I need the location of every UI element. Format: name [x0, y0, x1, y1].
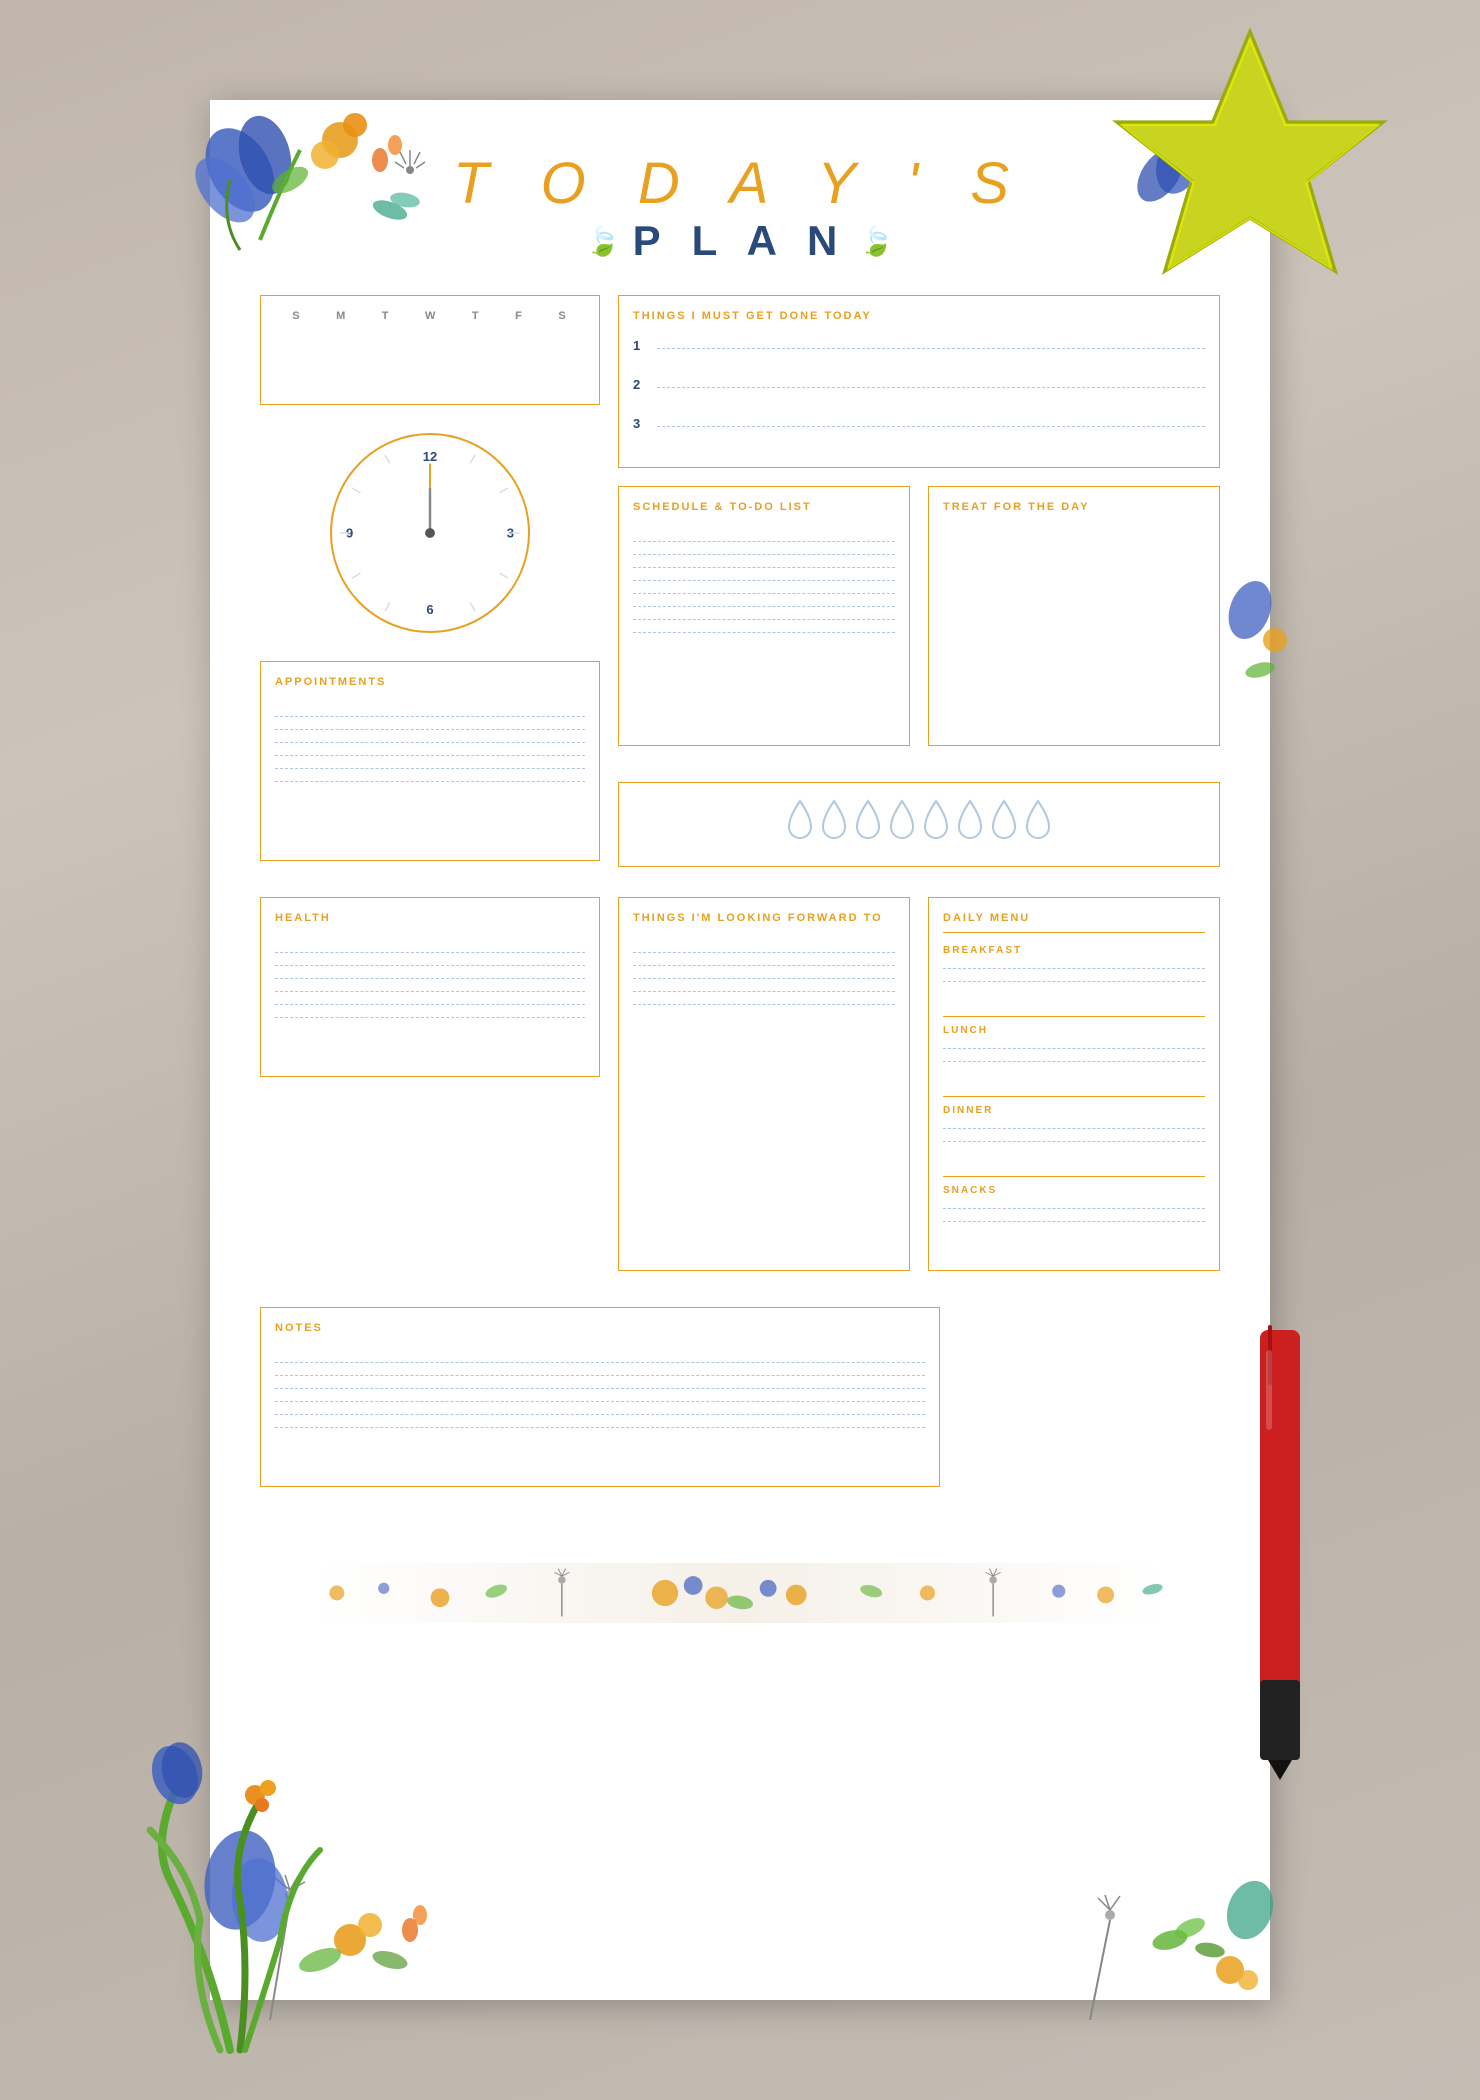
cal-day-t2: T [472, 310, 481, 322]
appointments-lines [275, 700, 585, 798]
header-plan: P L A N [633, 217, 848, 265]
snacks-label: SNACKS [943, 1185, 1205, 1196]
planner-content: S M T W T F S 12 3 6 [210, 295, 1270, 1563]
menu-snacks: SNACKS [943, 1177, 1205, 1256]
leaf-left-icon: 🍃 [586, 225, 621, 258]
drop-8 [1023, 799, 1053, 850]
calendar-section: S M T W T F S [260, 295, 600, 405]
appointments-title: APPOINTMENTS [275, 676, 585, 688]
menu-breakfast: BREAKFAST [943, 937, 1205, 1017]
drop-6 [955, 799, 985, 850]
left-column: S M T W T F S 12 3 6 [260, 295, 600, 879]
breakfast-label: BREAKFAST [943, 945, 1205, 956]
clock-face: 12 3 6 9 [330, 433, 530, 633]
things-item-1: 1 [633, 336, 1205, 357]
drop-5 [921, 799, 951, 850]
clock-section: 12 3 6 9 [260, 423, 600, 643]
notes-wide-col: NOTES [260, 1307, 940, 1505]
schedule-treat-row: SCHEDULE & TO-DO LIST TREAT FOR THE DAY [618, 486, 1220, 764]
health-lines [275, 936, 585, 1034]
drop-3 [853, 799, 883, 850]
daily-menu-title: DAILY MENU [943, 912, 1205, 933]
bottom-floral-svg [290, 1563, 1190, 1623]
schedule-title: SCHEDULE & TO-DO LIST [633, 501, 895, 513]
notes-lines [275, 1346, 925, 1444]
water-tracker [618, 782, 1220, 867]
schedule-lines [633, 525, 895, 649]
lunch-label: LUNCH [943, 1025, 1205, 1036]
things-line-2 [657, 375, 1205, 396]
row-1: S M T W T F S 12 3 6 [260, 295, 1220, 879]
health-section: HEALTH [260, 897, 600, 1077]
cal-day-f: F [515, 310, 524, 322]
row-2: HEALTH THINGS I'M LOOKING FORWARD TO [260, 897, 1220, 1289]
things-title: THINGS I MUST GET DONE TODAY [633, 310, 1205, 322]
drop-2 [819, 799, 849, 850]
cal-day-s2: S [558, 310, 567, 322]
appointments-section: APPOINTMENTS [260, 661, 600, 861]
things-num-1: 1 [633, 336, 657, 353]
health-title: HEALTH [275, 912, 585, 924]
things-item-3: 3 [633, 414, 1205, 435]
things-line-3 [657, 414, 1205, 435]
forward-title: THINGS I'M LOOKING FORWARD TO [633, 912, 895, 924]
things-num-2: 2 [633, 375, 657, 392]
cal-day-m: M [336, 310, 347, 322]
floral-bottom-right [1030, 1840, 1290, 2020]
things-section: THINGS I MUST GET DONE TODAY 1 2 [618, 295, 1220, 468]
health-col: HEALTH [260, 897, 600, 1289]
forward-menu-col: THINGS I'M LOOKING FORWARD TO DAILY MENU… [618, 897, 1220, 1289]
forward-menu-grid: THINGS I'M LOOKING FORWARD TO DAILY MENU… [618, 897, 1220, 1289]
row-3: NOTES [260, 1307, 1220, 1505]
things-num-3: 3 [633, 414, 657, 431]
cal-day-s1: S [292, 310, 301, 322]
planner-page: T O D A Y ' S 🍃 P L A N 🍃 S M T W T F [210, 100, 1270, 2000]
cal-day-w: W [425, 310, 437, 322]
pen-decoration [1230, 1320, 1330, 1800]
forward-section: THINGS I'M LOOKING FORWARD TO [618, 897, 910, 1271]
things-line-1 [657, 336, 1205, 357]
drop-7 [989, 799, 1019, 850]
dinner-label: DINNER [943, 1105, 1205, 1116]
leaf-right-icon: 🍃 [859, 225, 894, 258]
cal-day-t1: T [382, 310, 391, 322]
schedule-section: SCHEDULE & TO-DO LIST [618, 486, 910, 746]
menu-lunch: LUNCH [943, 1017, 1205, 1097]
daily-menu-section: DAILY MENU BREAKFAST LUNCH DINNER [928, 897, 1220, 1271]
drop-4 [887, 799, 917, 850]
treat-section: TREAT FOR THE DAY [928, 486, 1220, 746]
notes-title: NOTES [275, 1322, 925, 1334]
drop-1 [785, 799, 815, 850]
menu-dinner: DINNER [943, 1097, 1205, 1177]
floral-right-mid [1220, 560, 1300, 700]
calendar-days-header: S M T W T F S [275, 310, 585, 322]
things-item-2: 2 [633, 375, 1205, 396]
right-of-left-col: THINGS I MUST GET DONE TODAY 1 2 [618, 295, 1220, 879]
forward-lines [633, 936, 895, 1021]
treat-title: TREAT FOR THE DAY [943, 501, 1205, 513]
notes-section: NOTES [260, 1307, 940, 1487]
star-decoration [1090, 10, 1410, 310]
plant-decoration [90, 1680, 370, 2060]
floral-bar [210, 1563, 1270, 1623]
